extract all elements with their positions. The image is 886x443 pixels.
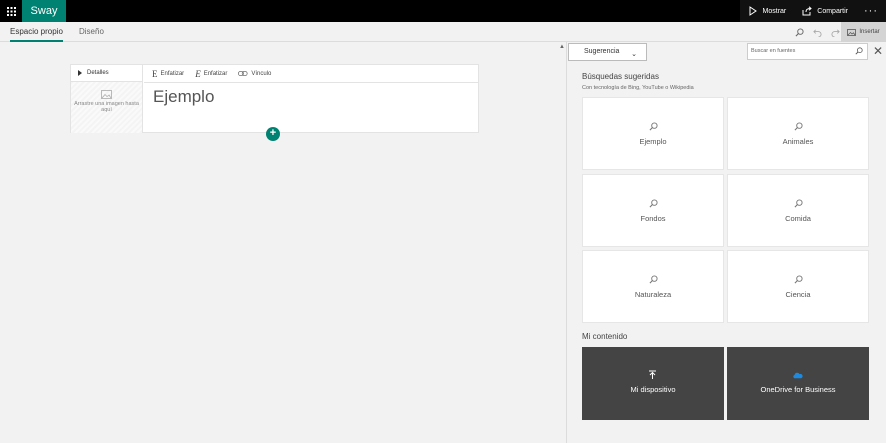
suggestion-label: Animales <box>782 137 814 146</box>
emphasize-label: Enfatizar <box>160 70 185 77</box>
top-bar: Sway Mostrar Compartir ··· <box>0 0 886 22</box>
share-icon <box>802 6 813 16</box>
suggested-searches-subtitle: Con tecnología de Bing, YouTube o Wikipe… <box>582 85 694 91</box>
share-label: Compartir <box>817 7 848 15</box>
source-dropdown-value: Sugerencia <box>584 48 620 55</box>
more-options-icon[interactable]: ··· <box>856 0 886 22</box>
emphasize-italic-icon: E <box>195 68 201 79</box>
onedrive-tile[interactable]: OneDrive for Business <box>727 347 869 420</box>
source-search-input[interactable]: Buscar en fuentes <box>747 43 868 60</box>
onedrive-icon <box>793 372 803 379</box>
card-title[interactable]: Ejemplo <box>153 87 214 107</box>
my-device-label: Mi dispositivo <box>630 385 676 394</box>
chevron-down-icon: ⌄ <box>631 51 637 58</box>
search-icon <box>649 199 658 208</box>
tab-storyline[interactable]: Espacio propio <box>10 22 63 42</box>
share-button[interactable]: Compartir <box>794 0 856 22</box>
upload-icon <box>649 370 656 379</box>
dropzone-label: Arrastre una imagen hasta aquí <box>74 101 139 113</box>
show-button[interactable]: Mostrar <box>740 0 795 22</box>
suggestion-label: Fondos <box>640 214 666 223</box>
link-label: Vínculo <box>251 70 272 77</box>
add-card-button[interactable]: + <box>266 127 280 141</box>
suggestion-tile[interactable]: Naturaleza <box>582 250 724 323</box>
top-actions: Mostrar Compartir ··· <box>739 0 886 22</box>
suggestion-label: Comida <box>785 214 811 223</box>
close-icon[interactable]: ✕ <box>873 44 883 58</box>
suggestion-label: Ejemplo <box>639 137 667 146</box>
my-device-tile[interactable]: Mi dispositivo <box>582 347 724 420</box>
toolbar-icons <box>795 22 840 42</box>
search-icon[interactable] <box>795 27 804 37</box>
my-content-title: Mi contenido <box>582 332 628 341</box>
suggestion-tile[interactable]: Animales <box>727 97 869 170</box>
app-brand[interactable]: Sway <box>22 0 66 22</box>
expand-triangle-icon <box>78 70 82 76</box>
link-icon <box>238 71 248 76</box>
emphasize-italic-button[interactable]: E Enfatizar <box>195 69 227 79</box>
link-button[interactable]: Vínculo <box>238 71 271 77</box>
scroll-up-arrow-icon[interactable]: ▲ <box>559 44 565 50</box>
suggestion-label: Naturaleza <box>634 290 672 299</box>
card-left-panel: Detalles Arrastre una imagen hasta aquí <box>71 65 143 133</box>
search-placeholder: Buscar en fuentes <box>751 48 796 54</box>
card-toolbar: E Enfatizar E Enfatizar Vínculo <box>144 65 271 82</box>
details-toggle[interactable]: Detalles <box>71 65 142 82</box>
image-icon <box>101 90 112 99</box>
search-icon <box>794 199 803 208</box>
search-icon[interactable] <box>855 47 863 55</box>
play-icon <box>749 6 757 16</box>
insert-pane: Sugerencia ⌄ Buscar en fuentes ✕ Búsqued… <box>566 42 886 443</box>
image-dropzone[interactable]: Arrastre una imagen hasta aquí <box>71 82 142 133</box>
suggestion-label: Ciencia <box>785 290 811 299</box>
heading-card[interactable]: Detalles Arrastre una imagen hasta aquí … <box>70 64 479 133</box>
insert-button[interactable]: Insertar <box>841 22 886 42</box>
search-icon <box>649 122 658 131</box>
onedrive-label: OneDrive for Business <box>760 385 836 394</box>
suggestion-tile[interactable]: Fondos <box>582 174 724 247</box>
details-label: Detalles <box>87 69 109 76</box>
emphasize-button[interactable]: E Enfatizar <box>152 69 184 79</box>
search-icon <box>649 275 658 284</box>
insert-label: Insertar <box>859 29 880 35</box>
source-dropdown[interactable]: Sugerencia ⌄ <box>568 43 647 61</box>
search-icon <box>794 122 803 131</box>
tab-bar: Espacio propio Diseño Insertar <box>0 22 886 42</box>
waffle-icon[interactable] <box>0 0 22 22</box>
show-label: Mostrar <box>762 7 787 15</box>
suggested-searches-title: Búsquedas sugeridas <box>582 72 659 81</box>
emphasize-italic-label: Enfatizar <box>203 70 228 77</box>
emphasize-bold-icon: E <box>152 68 158 79</box>
tab-design[interactable]: Diseño <box>79 22 104 42</box>
redo-icon[interactable] <box>831 28 840 37</box>
undo-icon[interactable] <box>813 28 822 37</box>
suggestion-tile[interactable]: Ejemplo <box>582 97 724 170</box>
image-icon <box>847 28 857 36</box>
search-icon <box>794 275 803 284</box>
card-divider <box>144 82 479 83</box>
suggestion-tile[interactable]: Ciencia <box>727 250 869 323</box>
plus-icon: + <box>269 127 277 139</box>
suggestion-tile[interactable]: Comida <box>727 174 869 247</box>
